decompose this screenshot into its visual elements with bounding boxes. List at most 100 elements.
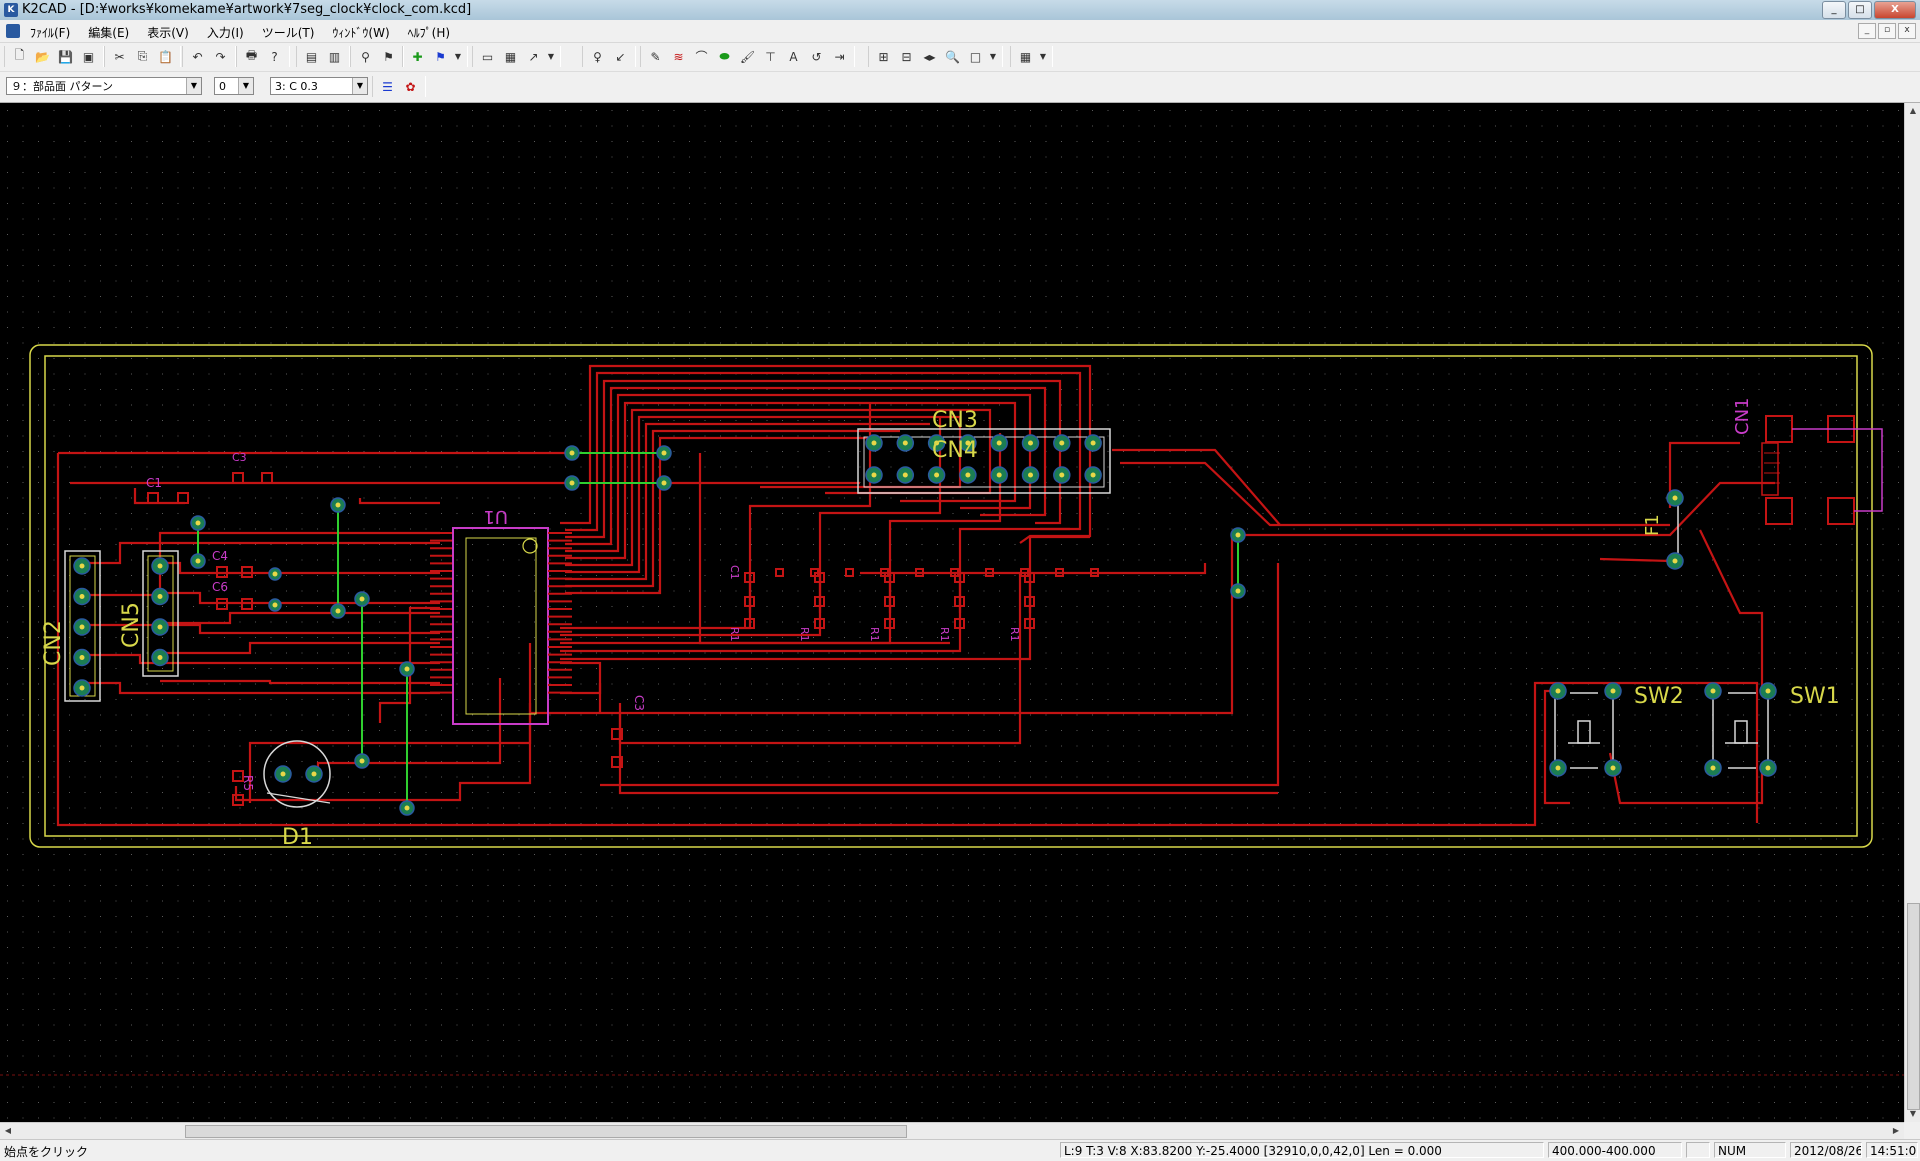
app-icon: K [4,3,18,17]
move-icon[interactable]: ⇥ [829,46,850,67]
zoom-icon[interactable]: 🔍 [942,46,963,67]
through-hole-pad [1021,466,1040,484]
paste-icon[interactable]: 📋 [155,46,176,67]
status-time: 14:51:07 [1866,1142,1918,1158]
copy-icon[interactable]: ⎘ [132,46,153,67]
grid-icon[interactable]: ▦ [1015,46,1036,67]
cn1-label: CN1 [1732,398,1753,436]
layer-up-icon[interactable]: ▤ [301,46,322,67]
through-hole-pad [268,598,282,612]
new-file-icon[interactable]: 🗋 [9,46,30,67]
through-hole-pad [927,466,946,484]
menu-file[interactable]: ﾌｧｲﾙ(F) [28,23,72,42]
help-icon[interactable]: ? [264,46,285,67]
flag-dropdown-icon[interactable]: ▼ [453,46,463,67]
status-num: NUM [1714,1142,1786,1158]
through-hole-pad [1230,527,1246,543]
main-toolbar: 🗋 📂 💾 ▣ ✂ ⎘ 📋 ↶ ↷ 🖶 ? ▤ ▥ ⚲ ⚑ ✚ ⚑ ▼ ▭ ▦ … [0,43,1920,72]
pen-icon[interactable]: ✎ [645,46,666,67]
zoom-fit-icon[interactable]: ◂▸ [919,46,940,67]
grid-table-icon[interactable]: ▦ [500,46,521,67]
tool-icon[interactable]: ↗ [523,46,544,67]
trace-icon[interactable]: ≋ [668,46,689,67]
through-hole-pad [1704,682,1722,700]
flag-icon[interactable]: ⚑ [430,46,451,67]
find-next-icon[interactable]: ⚑ [378,46,399,67]
close-button[interactable]: X [1874,1,1916,19]
stamp-icon[interactable]: ⊤ [760,46,781,67]
width-select[interactable]: 3: C 0.3 ▼ [270,77,368,95]
scroll-up-icon[interactable]: ▲ [1905,103,1920,119]
ref-r1-a: R1 [728,627,741,642]
menu-input[interactable]: 入力(I) [205,23,246,42]
through-hole-pad [1666,552,1684,570]
ref-r1-d: R1 [938,627,951,642]
zoom-in-icon[interactable]: ⊞ [873,46,894,67]
layer-color-icon[interactable]: ☰ [377,76,398,97]
palette-icon[interactable]: ✿ [400,76,421,97]
text-icon[interactable]: A [783,46,804,67]
through-hole-pad [1053,466,1071,484]
through-hole-pad [1021,434,1040,452]
add-part-icon[interactable]: ✚ [407,46,428,67]
through-hole-pad [990,434,1008,452]
through-hole-pad [151,587,169,606]
save-all-icon[interactable]: ▣ [78,46,99,67]
cn2-label: CN2 [41,620,66,666]
through-hole-pad [1053,434,1071,452]
fill-icon[interactable]: ⬬ [714,46,735,67]
print-icon[interactable]: 🖶 [241,46,262,67]
menu-help[interactable]: ﾍﾙﾌﾟ(H) [406,23,452,42]
through-hole-pad [896,434,915,452]
minimize-button[interactable]: _ [1822,1,1846,19]
scroll-left-icon[interactable]: ◀ [0,1123,16,1139]
open-folder-icon[interactable]: 📂 [32,46,53,67]
save-icon[interactable]: 💾 [55,46,76,67]
zoom-dropdown-icon[interactable]: ▼ [988,46,998,67]
cn3-label: CN3 [932,408,978,433]
through-hole-pad [330,603,346,619]
zoom-window-icon[interactable]: □ [965,46,986,67]
through-hole-pad [399,800,415,816]
through-hole-pad [305,765,323,783]
tool-dropdown-icon[interactable]: ▼ [546,46,556,67]
through-hole-pad [990,466,1008,484]
through-hole-pad [896,466,915,484]
pcb-canvas[interactable]: CN3 CN4 D1 SW2 SW1 CN2 CN5 F1 U1 CN1 C1 … [0,103,1904,1122]
undo-icon[interactable]: ↶ [187,46,208,67]
arc-icon[interactable]: ⌒ [691,46,712,67]
arrow-icon[interactable]: ↙ [610,46,631,67]
small-select[interactable]: 0 ▼ [214,77,254,95]
menu-tools[interactable]: ツール(T) [260,23,317,42]
redo-icon[interactable]: ↷ [210,46,231,67]
menu-window[interactable]: ｳｨﾝﾄﾞｳ(W) [330,23,391,42]
vertical-scrollbar[interactable]: ▲ ▼ [1904,103,1920,1122]
document-icon[interactable] [6,24,20,38]
window-icon[interactable]: ▭ [477,46,498,67]
maximize-button[interactable]: □ [1848,1,1872,19]
through-hole-pad [865,434,883,452]
brush-icon[interactable]: 🖌 [737,46,758,67]
find-icon[interactable]: ⚲ [355,46,376,67]
status-blank [1686,1142,1710,1158]
layer-select[interactable]: ９：部品面 パターン ▼ [6,77,202,95]
menu-view[interactable]: 表示(V) [145,23,191,42]
vertical-scroll-thumb[interactable] [1907,903,1920,1110]
ref-c3-bottom: C3 [632,695,646,711]
scroll-right-icon[interactable]: ▶ [1888,1123,1904,1139]
mdi-minimize-button[interactable]: _ [1858,23,1876,39]
menu-edit[interactable]: 編集(E) [86,23,131,42]
scroll-down-icon[interactable]: ▼ [1905,1106,1920,1122]
mdi-restore-button[interactable]: ▫ [1878,23,1896,39]
ref-c3-top: C3 [232,451,247,464]
horizontal-scroll-thumb[interactable] [185,1125,907,1138]
cut-icon[interactable]: ✂ [109,46,130,67]
probe-icon[interactable]: ♀ [587,46,608,67]
rotate-icon[interactable]: ↺ [806,46,827,67]
layer-down-icon[interactable]: ▥ [324,46,345,67]
mdi-close-button[interactable]: x [1898,23,1916,39]
horizontal-scrollbar[interactable]: ◀ ▶ [0,1122,1904,1139]
grid-dropdown-icon[interactable]: ▼ [1038,46,1048,67]
zoom-out-icon[interactable]: ⊟ [896,46,917,67]
through-hole-pad [274,765,292,783]
